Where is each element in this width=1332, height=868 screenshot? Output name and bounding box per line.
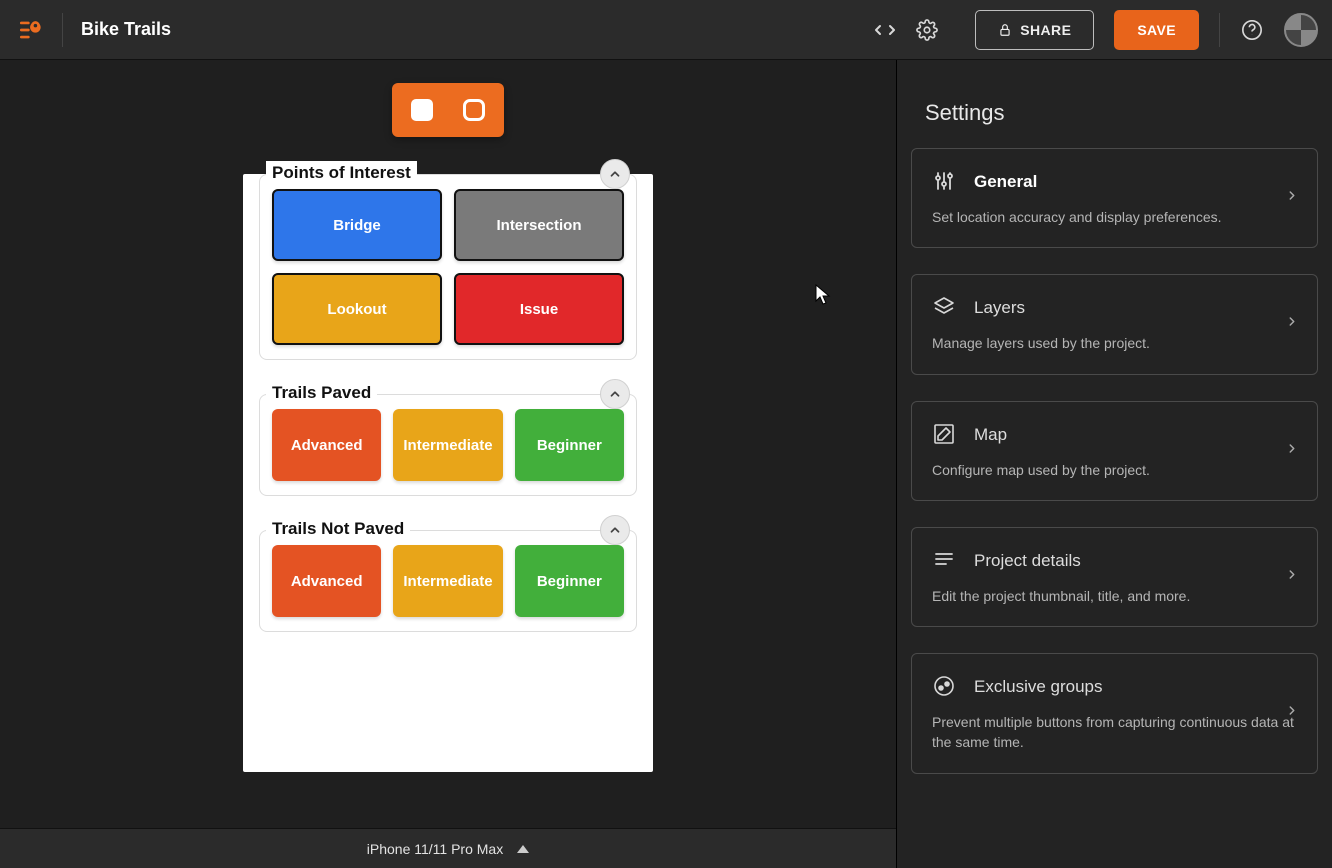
gear-icon[interactable] (915, 18, 939, 42)
chevron-right-icon (1285, 568, 1299, 587)
layout-outline-button[interactable] (454, 91, 494, 129)
chevron-up-icon (608, 387, 622, 401)
collapse-button[interactable] (600, 379, 630, 409)
tile-button[interactable]: Lookout (272, 273, 442, 345)
card-title: Map (974, 425, 1007, 445)
settings-card-map[interactable]: Map Configure map used by the project. (911, 401, 1318, 501)
settings-list[interactable]: General Set location accuracy and display… (897, 148, 1332, 868)
group-title: Trails Paved (266, 381, 377, 405)
group-title: Points of Interest (266, 161, 417, 185)
collapse-button[interactable] (600, 515, 630, 545)
collapse-button[interactable] (600, 159, 630, 189)
help-icon[interactable] (1240, 18, 1264, 42)
chevron-up-icon (608, 523, 622, 537)
app-logo-icon[interactable] (14, 13, 48, 47)
square-filled-icon (411, 99, 433, 121)
card-title: Project details (974, 551, 1081, 571)
mapedit-icon (932, 422, 958, 448)
card-description: Prevent multiple buttons from capturing … (932, 712, 1297, 753)
settings-card-general[interactable]: General Set location accuracy and display… (911, 148, 1318, 248)
card-description: Edit the project thumbnail, title, and m… (932, 586, 1297, 606)
chevron-right-icon (1285, 189, 1299, 208)
group: Trails PavedAdvancedIntermediateBeginner (259, 394, 637, 496)
group: Points of InterestBridgeIntersectionLook… (259, 174, 637, 360)
chevron-right-icon (1285, 441, 1299, 460)
card-description: Configure map used by the project. (932, 460, 1297, 480)
card-title: General (974, 172, 1037, 192)
chevron-right-icon (1285, 315, 1299, 334)
device-label: iPhone 11/11 Pro Max (367, 841, 503, 857)
chevron-up-icon (608, 167, 622, 181)
chevron-right-icon (1285, 704, 1299, 723)
canvas-area[interactable]: Points of Interest BridgeIntersectionLook… (0, 60, 896, 828)
sliders-icon (932, 169, 958, 195)
project-title: Bike Trails (81, 19, 171, 40)
group-title: Trails Not Paved (266, 517, 410, 541)
exclusive-icon (932, 674, 958, 700)
layers-icon (932, 295, 958, 321)
share-button-label: SHARE (1020, 22, 1071, 38)
device-bar[interactable]: iPhone 11/11 Pro Max (0, 828, 896, 868)
top-bar: Bike Trails SHARE SAVE (0, 0, 1332, 60)
layout-filled-button[interactable] (402, 91, 442, 129)
tile-button[interactable]: Advanced (272, 409, 381, 481)
tile-button[interactable]: Advanced (272, 545, 381, 617)
settings-title: Settings (897, 60, 1332, 148)
save-button[interactable]: SAVE (1114, 10, 1199, 50)
details-icon (932, 548, 958, 574)
chevron-up-icon (517, 845, 529, 853)
code-icon[interactable] (873, 18, 897, 42)
tile-button[interactable]: Beginner (515, 545, 624, 617)
phone-preview: Points of InterestBridgeIntersectionLook… (243, 174, 653, 772)
settings-panel: Settings General Set location accuracy an… (897, 60, 1332, 868)
tile-button[interactable]: Bridge (272, 189, 442, 261)
canvas-toolbar (392, 83, 504, 137)
group: Trails Not PavedAdvancedIntermediateBegi… (259, 530, 637, 632)
tile-button[interactable]: Intermediate (393, 409, 502, 481)
tile-button[interactable]: Intermediate (393, 545, 502, 617)
divider (62, 13, 63, 47)
tile-button[interactable]: Issue (454, 273, 624, 345)
avatar[interactable] (1284, 13, 1318, 47)
settings-card-project-details[interactable]: Project details Edit the project thumbnai… (911, 527, 1318, 627)
settings-card-layers[interactable]: Layers Manage layers used by the project. (911, 274, 1318, 374)
square-outline-icon (463, 99, 485, 121)
divider (1219, 13, 1220, 47)
share-button[interactable]: SHARE (975, 10, 1094, 50)
tile-button[interactable]: Beginner (515, 409, 624, 481)
settings-card-exclusive-groups[interactable]: Exclusive groups Prevent multiple buttons… (911, 653, 1318, 774)
tile-button[interactable]: Intersection (454, 189, 624, 261)
save-button-label: SAVE (1137, 22, 1176, 38)
card-description: Manage layers used by the project. (932, 333, 1297, 353)
card-title: Layers (974, 298, 1025, 318)
card-title: Exclusive groups (974, 677, 1103, 697)
card-description: Set location accuracy and display prefer… (932, 207, 1297, 227)
